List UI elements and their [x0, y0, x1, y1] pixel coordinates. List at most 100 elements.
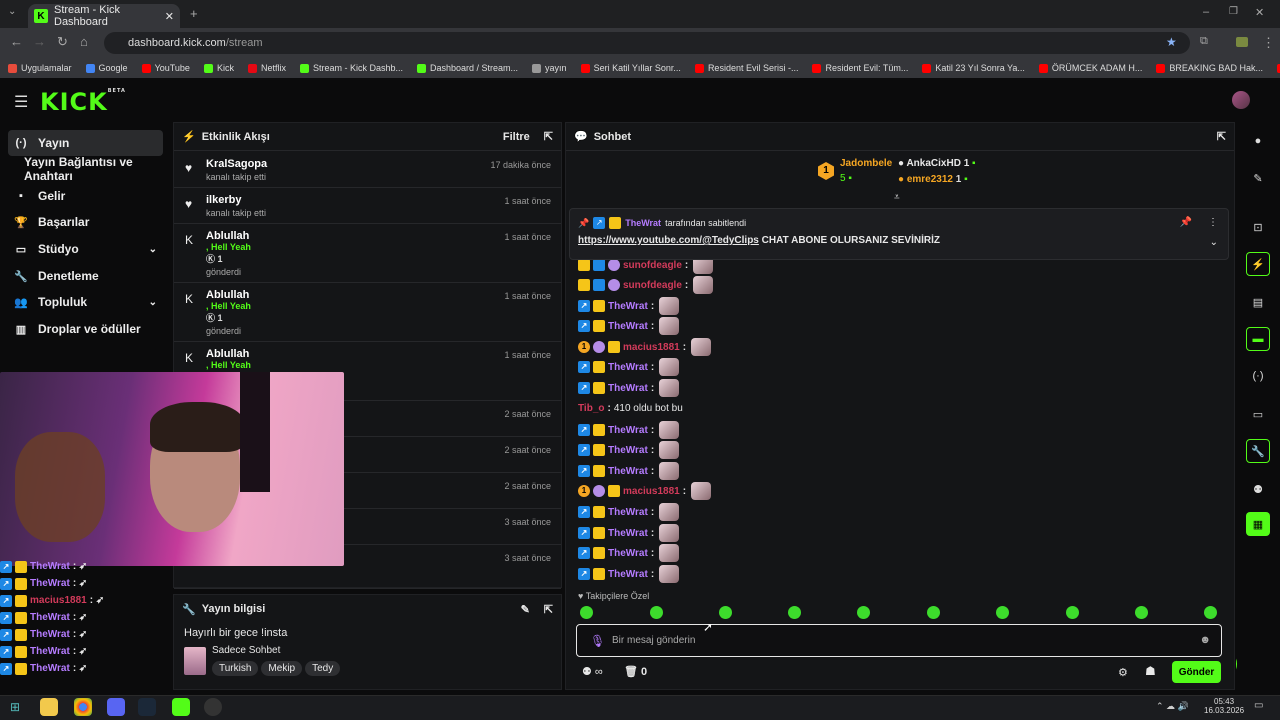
- microphone-icon[interactable]: 🎙: [590, 634, 605, 648]
- document-icon[interactable]: ▤: [1246, 290, 1270, 314]
- star-icon[interactable]: ★: [1166, 35, 1177, 49]
- emote-icon[interactable]: [927, 606, 940, 619]
- bookmark-item[interactable]: Resident Evil: Tüm...: [812, 63, 908, 73]
- chat-username[interactable]: TheWrat: [608, 301, 648, 312]
- top-gifter-1[interactable]: Jadombele: [840, 158, 892, 169]
- tag-chip[interactable]: Mekip: [261, 661, 303, 676]
- emote-icon[interactable]: [580, 606, 593, 619]
- popout-icon[interactable]: ⇱: [544, 603, 553, 616]
- emote-icon[interactable]: [1066, 606, 1079, 619]
- file-explorer-icon[interactable]: [40, 698, 58, 716]
- profile-icon[interactable]: [1236, 37, 1248, 47]
- chevron-down-icon[interactable]: ⌄: [149, 297, 157, 308]
- new-tab-icon[interactable]: +: [190, 6, 198, 21]
- sidebar-item[interactable]: ▪ Gelir: [8, 183, 163, 209]
- window-close-icon[interactable]: ✕: [1255, 6, 1264, 19]
- pinned-link[interactable]: https://www.youtube.com/@TedyClips: [578, 235, 759, 246]
- bookmark-item[interactable]: Google: [85, 63, 128, 73]
- sidebar-item[interactable]: ▭ Stüdyo ⌄: [8, 236, 163, 262]
- chat-username[interactable]: TheWrat: [608, 569, 648, 580]
- chat-username[interactable]: Tib_o: [578, 403, 604, 414]
- clips-icon[interactable]: ▦: [1246, 512, 1270, 536]
- chat-username[interactable]: TheWrat: [608, 445, 648, 456]
- discord-icon[interactable]: [107, 698, 125, 716]
- chat-username[interactable]: TheWrat: [608, 383, 648, 394]
- emoji-icon[interactable]: ☻: [1199, 634, 1211, 646]
- forward-icon[interactable]: →: [33, 34, 46, 49]
- send-button[interactable]: Gönder: [1172, 661, 1221, 683]
- sidebar-item[interactable]: ▥ Droplar ve ödüller: [8, 316, 163, 342]
- chat-username[interactable]: sunofdeagle: [623, 260, 682, 271]
- bookmark-item[interactable]: Netflix: [247, 63, 286, 73]
- emote-icon[interactable]: [996, 606, 1009, 619]
- bookmark-item[interactable]: Stream - Kick Dashb...: [299, 63, 403, 73]
- more-icon[interactable]: ⋮: [1208, 217, 1218, 228]
- sidebar-item[interactable]: 👥 Topluluk ⌄: [8, 289, 163, 315]
- emote-icon[interactable]: [857, 606, 870, 619]
- clock[interactable]: 05:43 16.03.2026: [1204, 697, 1244, 715]
- event-username[interactable]: Ablullah: [206, 348, 551, 360]
- bookmark-item[interactable]: Uygulamalar: [8, 63, 72, 73]
- points-icon[interactable]: ⚉ ∞: [582, 665, 603, 678]
- filter-button[interactable]: Filtre: [503, 131, 530, 143]
- reload-icon[interactable]: ↻: [57, 34, 68, 50]
- chrome-icon[interactable]: [74, 698, 92, 716]
- emote-icon[interactable]: [1135, 606, 1148, 619]
- bookmark-item[interactable]: Seri Katil Yıllar Sonr...: [580, 63, 681, 73]
- bookmark-item[interactable]: Katil 23 Yıl Sonra Ya...: [922, 63, 1025, 73]
- chat-icon[interactable]: ▬: [1246, 327, 1270, 351]
- close-icon[interactable]: ✕: [165, 10, 174, 23]
- tab-search-icon[interactable]: ⌄: [8, 6, 16, 17]
- notification-icon[interactable]: ▭: [1254, 700, 1263, 711]
- chevron-down-icon[interactable]: ⌄: [149, 244, 157, 255]
- sidebar-item[interactable]: Yayın Bağlantısı ve Anahtarı: [8, 155, 163, 183]
- popout-icon[interactable]: ⇱: [544, 130, 553, 143]
- event-username[interactable]: ilkerby: [206, 194, 551, 206]
- chat-username[interactable]: macius1881: [623, 342, 680, 353]
- pinned-by-user[interactable]: TheWrat: [625, 218, 661, 228]
- chat-username[interactable]: TheWrat: [608, 362, 648, 373]
- bookmark-item[interactable]: Resident Evil Serisi -...: [694, 63, 798, 73]
- emote-icon[interactable]: [788, 606, 801, 619]
- bookmark-item[interactable]: yayın: [532, 63, 567, 73]
- emote-icon[interactable]: [719, 606, 732, 619]
- browser-tab[interactable]: K Stream - Kick Dashboard ✕: [28, 4, 180, 28]
- top-gifter-2[interactable]: ● AnkaCixHD 1 ▪: [898, 158, 976, 169]
- restore-icon[interactable]: ❐: [1229, 6, 1238, 17]
- sidebar-item[interactable]: 🏆 Başarılar: [8, 209, 163, 235]
- hamburger-icon[interactable]: ☰: [14, 92, 28, 112]
- broadcast-icon[interactable]: (·): [1246, 364, 1270, 388]
- media-icon[interactable]: ▭: [1246, 402, 1270, 426]
- minimize-icon[interactable]: –: [1203, 6, 1209, 18]
- tag-chip[interactable]: Turkish: [212, 661, 259, 676]
- tag-chip[interactable]: Tedy: [305, 661, 341, 676]
- chat-username[interactable]: TheWrat: [608, 466, 648, 477]
- settings-icon[interactable]: ⚙: [1118, 666, 1128, 679]
- moderation-icon[interactable]: 🔧: [1246, 439, 1270, 463]
- info-icon[interactable]: ●: [1246, 129, 1270, 153]
- avatar[interactable]: [1232, 91, 1250, 109]
- windows-start-icon[interactable]: ⊞: [10, 700, 20, 714]
- sidebar-item[interactable]: 🔧 Denetleme: [8, 263, 163, 289]
- menu-icon[interactable]: ⋮: [1262, 35, 1275, 51]
- event-username[interactable]: Ablullah: [206, 289, 551, 301]
- tray-icons[interactable]: ⌃ ☁ 🔊: [1156, 701, 1189, 712]
- edit-icon[interactable]: ✎: [521, 603, 530, 616]
- gift-icon[interactable]: ☗: [1145, 664, 1156, 678]
- chat-username[interactable]: TheWrat: [608, 425, 648, 436]
- chat-username[interactable]: TheWrat: [608, 548, 648, 559]
- obs-icon[interactable]: [204, 698, 222, 716]
- bookmark-item[interactable]: Dashboard / Stream...: [417, 63, 518, 73]
- bookmark-item[interactable]: BREAKING BAD Hak...: [1156, 63, 1263, 73]
- chevron-down-icon[interactable]: ⌄: [1210, 237, 1218, 248]
- bookmark-item[interactable]: YouTube: [141, 63, 190, 73]
- unpin-icon[interactable]: 📌: [1180, 217, 1192, 228]
- sidebar-item[interactable]: (·) Yayın: [8, 130, 163, 156]
- event-username[interactable]: Ablullah: [206, 230, 551, 242]
- collapse-icon[interactable]: ⩡: [894, 192, 900, 203]
- chat-username[interactable]: TheWrat: [608, 321, 648, 332]
- chat-username[interactable]: sunofdeagle: [623, 280, 682, 291]
- chat-username[interactable]: TheWrat: [608, 528, 648, 539]
- edit-icon[interactable]: ✎: [1246, 166, 1270, 190]
- extensions-icon[interactable]: ⧉: [1200, 35, 1208, 48]
